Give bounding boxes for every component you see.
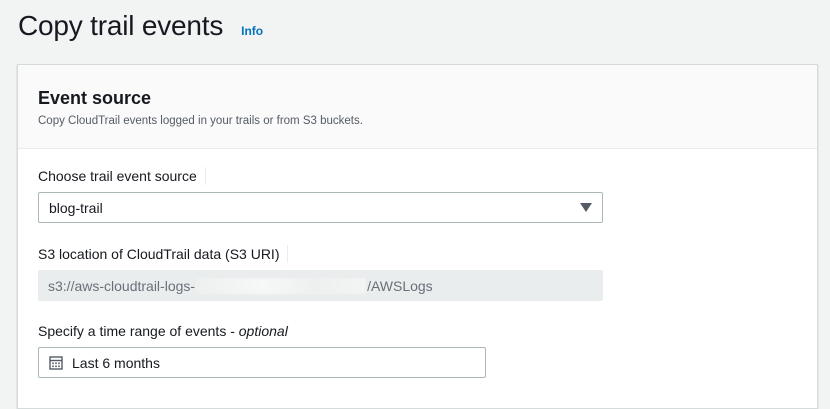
s3-uri-suffix: /AWSLogs <box>367 277 433 294</box>
trail-source-label: Choose trail event source <box>38 167 206 185</box>
time-range-optional: optional <box>238 323 288 339</box>
caret-down-icon <box>580 203 592 212</box>
page-header: Copy trail events Info <box>18 10 263 42</box>
event-source-container: Event source Copy CloudTrail events logg… <box>17 64 818 409</box>
time-range-picker[interactable]: Last 6 months <box>38 347 486 378</box>
container-header: Event source Copy CloudTrail events logg… <box>18 65 817 149</box>
time-range-value: Last 6 months <box>72 354 160 371</box>
s3-location-label: S3 location of CloudTrail data (S3 URI) <box>38 245 289 263</box>
time-range-label-text: Specify a time range of events - <box>38 323 239 339</box>
s3-location-field: S3 location of CloudTrail data (S3 URI) … <box>38 245 603 301</box>
section-description: Copy CloudTrail events logged in your tr… <box>38 115 363 127</box>
s3-location-value: s3://aws-cloudtrail-logs- /AWSLogs <box>38 270 603 301</box>
trail-source-value: blog-trail <box>49 199 103 216</box>
s3-uri-prefix: s3://aws-cloudtrail-logs- <box>48 277 196 294</box>
info-link[interactable]: Info <box>241 24 263 38</box>
trail-source-select[interactable]: blog-trail <box>38 192 603 223</box>
page-title: Copy trail events <box>18 10 224 41</box>
redacted-account-id <box>196 277 367 294</box>
section-title: Event source <box>38 88 152 108</box>
trail-source-field: Choose trail event source blog-trail <box>38 167 603 223</box>
calendar-icon <box>49 355 63 370</box>
time-range-field: Specify a time range of events - optiona… <box>38 322 486 378</box>
time-range-label: Specify a time range of events - optiona… <box>38 322 296 340</box>
